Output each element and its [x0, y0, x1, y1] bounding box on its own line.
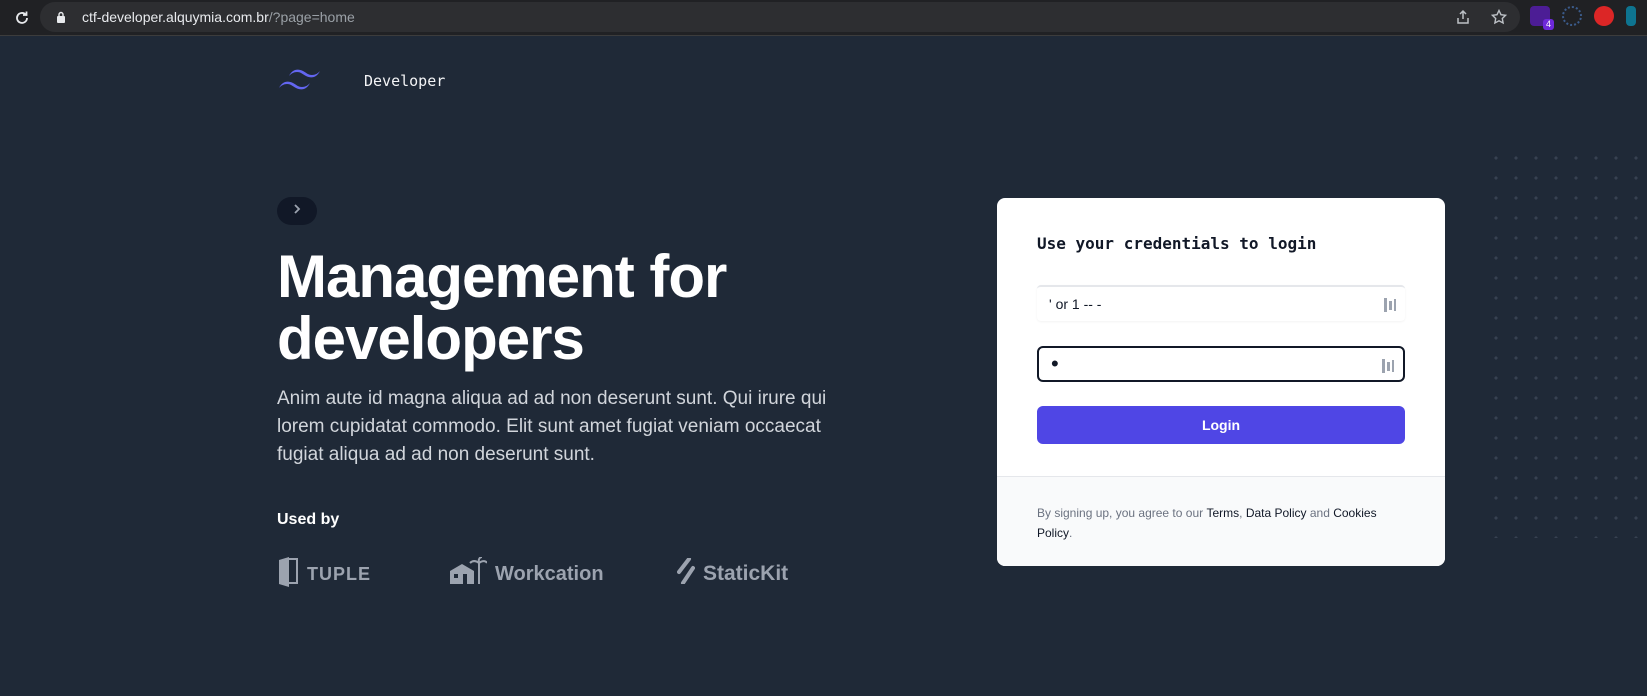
- tailwind-logo-icon[interactable]: [277, 66, 323, 96]
- extension-badge: 4: [1542, 19, 1554, 30]
- brand-name[interactable]: Developer: [364, 72, 445, 90]
- data-policy-link[interactable]: Data Policy: [1246, 506, 1307, 520]
- address-bar[interactable]: ctf-developer.alquymia.com.br/?page=home: [40, 2, 1520, 32]
- login-button[interactable]: Login: [1037, 406, 1405, 444]
- login-title: Use your credentials to login: [1037, 234, 1317, 253]
- username-input[interactable]: [1037, 287, 1405, 321]
- hero-description: Anim aute id magna aliqua ad ad non dese…: [277, 388, 827, 465]
- statickit-bolt-icon: [677, 557, 695, 590]
- dot-pattern: [1486, 148, 1647, 538]
- tuple-logo: TUPLE: [277, 556, 371, 592]
- password-field[interactable]: [1037, 346, 1405, 382]
- share-icon[interactable]: [1454, 8, 1472, 26]
- headline-line-1: Management for: [277, 243, 727, 310]
- extension-teal-icon[interactable]: [1626, 6, 1636, 26]
- login-card: Use your credentials to login Login By s…: [997, 198, 1445, 566]
- statickit-logo-text: StaticKit: [703, 562, 789, 585]
- terms-link[interactable]: Terms: [1206, 506, 1239, 520]
- username-field[interactable]: [1037, 285, 1405, 321]
- card-footer: By signing up, you agree to our Terms, D…: [997, 476, 1445, 566]
- chevron-right-icon: [292, 202, 302, 220]
- extension-hand-icon[interactable]: [1594, 6, 1614, 26]
- workcation-house-icon: [449, 556, 488, 591]
- reload-icon[interactable]: [8, 4, 36, 32]
- legal-and: and: [1306, 506, 1334, 520]
- legal-text: By signing up, you agree to our Terms, D…: [1037, 503, 1405, 543]
- extension-globe-icon[interactable]: [1562, 6, 1582, 26]
- password-input[interactable]: [1039, 348, 1403, 380]
- workcation-logo: Workcation: [449, 556, 604, 592]
- password-manager-icon[interactable]: [1383, 297, 1397, 313]
- used-by-label: Used by: [277, 511, 340, 528]
- url-path: /?page=home: [268, 9, 355, 25]
- browser-toolbar: ctf-developer.alquymia.com.br/?page=home…: [0, 0, 1647, 36]
- legal-comma: ,: [1239, 506, 1243, 520]
- headline-line-2: developers: [277, 305, 585, 372]
- tuple-logo-text: TUPLE: [307, 563, 372, 584]
- statickit-logo: StaticKit: [677, 556, 788, 592]
- password-manager-icon[interactable]: [1381, 358, 1395, 374]
- workcation-logo-text: Workcation: [495, 562, 604, 585]
- legal-suffix: .: [1069, 526, 1073, 540]
- url-host: ctf-developer.alquymia.com.br: [82, 9, 269, 25]
- bookmark-star-icon[interactable]: [1490, 8, 1508, 26]
- hero-headline: Management for developers: [277, 246, 897, 370]
- lock-icon: [54, 10, 68, 24]
- announcement-chip[interactable]: [277, 197, 317, 225]
- legal-prefix: By signing up, you agree to our: [1037, 506, 1207, 520]
- tuple-door-icon: [277, 556, 299, 593]
- url-text[interactable]: ctf-developer.alquymia.com.br/?page=home: [82, 9, 355, 25]
- extension-cube-icon[interactable]: 4: [1530, 6, 1554, 30]
